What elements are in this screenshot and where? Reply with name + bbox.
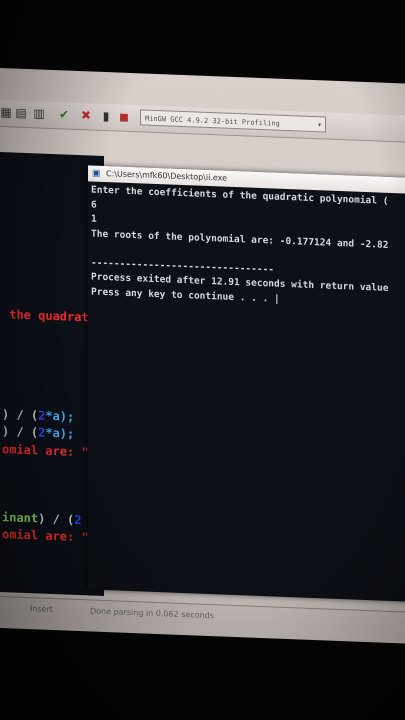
photo-scene: ▦ ▤ ▥ ✔ ✖ ▮ ◼ MinGW GCC 4.9.2 32-bit Pro… [0,0,405,720]
toggle-icon[interactable]: ▥ [32,105,46,122]
console-output: Enter the coefficients of the quadratic … [91,183,405,312]
compiler-select-value: MinGW GCC 4.9.2 32-bit Profiling [145,114,280,128]
grid-icon[interactable]: ▦ [0,104,12,120]
chart-icon[interactable]: ▮ [99,108,113,125]
code-token: *a); [45,425,75,441]
status-mode: Insert [30,604,53,615]
status-message: Done parsing in 0.062 seconds [90,606,214,621]
close-icon[interactable]: ✖ [79,107,93,124]
code-line: ) / (2*a); [2,424,74,441]
code-token: ) / ( [2,407,39,423]
bookmark-icon[interactable]: ◼ [117,108,131,125]
code-line: omial are: " [2,527,89,544]
code-line: inant) / (2 * [2,510,96,528]
console-window[interactable]: ▣ C:\Users\mfk60\Desktop\ii.exe Enter th… [88,165,405,603]
code-token: the quadrat [2,307,89,325]
check-icon[interactable]: ✔ [57,106,71,123]
monitor-screen: ▦ ▤ ▥ ✔ ✖ ▮ ◼ MinGW GCC 4.9.2 32-bit Pro… [0,68,405,654]
console-title: C:\Users\mfk60\Desktop\ii.exe [106,169,228,183]
compiler-select[interactable]: MinGW GCC 4.9.2 32-bit Profiling ▾ [140,109,326,133]
indent-icon[interactable]: ▤ [14,105,28,122]
chevron-down-icon: ▾ [317,120,322,130]
code-token: ) / ( [2,424,39,440]
code-line: ) / (2*a); [2,407,74,424]
code-line: the quadrat [2,307,89,325]
code-line: omial are: " [2,442,89,459]
code-token: omial are: " [2,527,89,545]
code-token: inant [2,510,39,526]
code-token: ) / ( [38,511,75,527]
code-token: *a); [45,408,75,424]
code-token: omial are: " [2,442,89,460]
console-app-icon: ▣ [92,168,101,179]
